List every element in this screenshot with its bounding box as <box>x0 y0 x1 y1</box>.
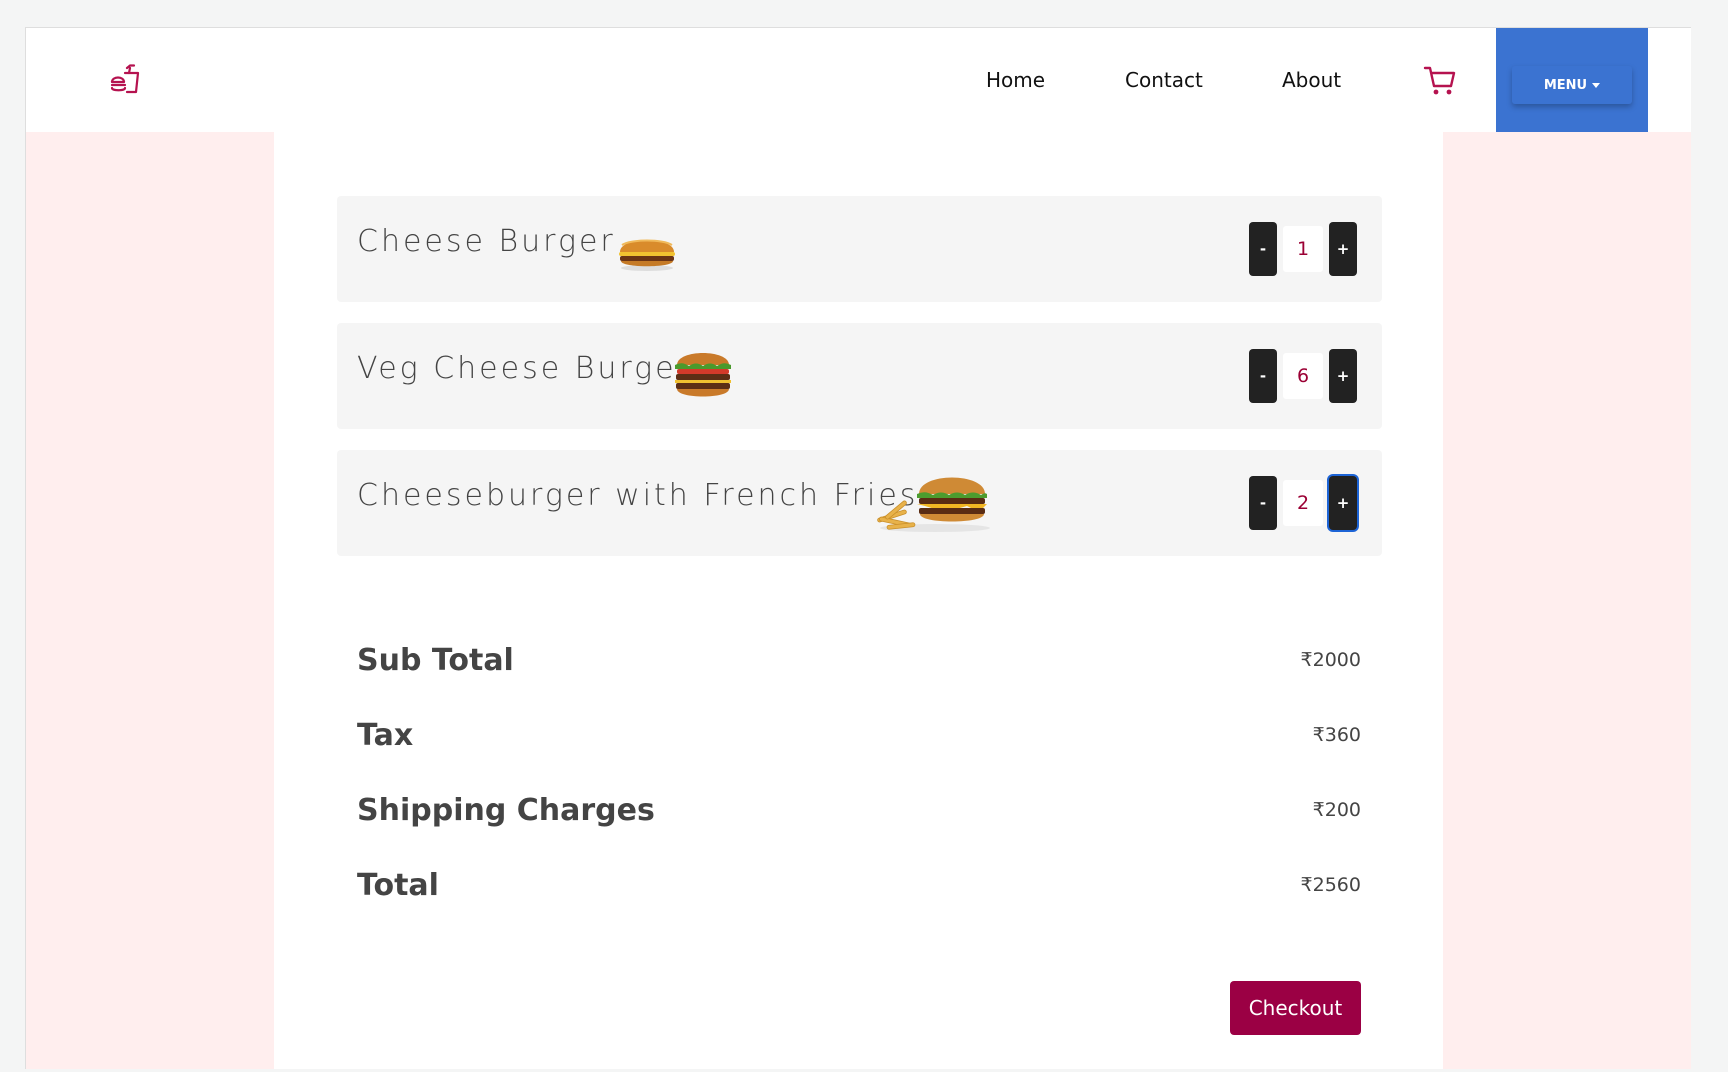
shipping-label: Shipping Charges <box>357 793 655 828</box>
item-name: Cheeseburger with French Fries <box>357 478 919 513</box>
item-name: Cheese Burger <box>357 224 616 259</box>
menu-label: MENU <box>1543 77 1588 93</box>
shopping-cart-icon[interactable] <box>1423 64 1457 98</box>
quantity-value[interactable]: 2 <box>1283 480 1323 526</box>
decrease-quantity-button[interactable]: - <box>1249 222 1277 276</box>
quantity-value[interactable]: 6 <box>1283 353 1323 399</box>
shipping-value: ₹200 <box>1312 799 1361 821</box>
nav-link-home[interactable]: Home <box>986 68 1045 92</box>
increase-quantity-button[interactable]: + <box>1329 222 1357 276</box>
page-frame: Home Contact About MENU Cheese Burger - … <box>25 27 1691 1069</box>
fast-food-icon[interactable] <box>109 64 141 96</box>
veg-cheese-burger-image <box>675 353 731 397</box>
increase-quantity-button[interactable]: + <box>1329 476 1357 530</box>
menu-panel: MENU <box>1496 28 1648 132</box>
cart-item: Cheese Burger - 1 + <box>337 196 1382 302</box>
cheeseburger-fries-image <box>877 477 990 532</box>
tax-label: Tax <box>357 718 414 753</box>
caret-down-icon <box>1592 82 1601 88</box>
cart-item: Cheeseburger with French Fries - 2 + <box>337 450 1382 556</box>
subtotal-label: Sub Total <box>357 643 514 678</box>
checkout-button[interactable]: Checkout <box>1230 981 1361 1035</box>
quantity-value[interactable]: 1 <box>1283 226 1323 272</box>
total-label: Total <box>357 868 439 903</box>
cheese-burger-image <box>619 239 675 271</box>
left-background-panel <box>26 132 274 1069</box>
nav-link-about[interactable]: About <box>1282 68 1341 92</box>
navbar: Home Contact About MENU <box>26 28 1691 132</box>
nav-link-contact[interactable]: Contact <box>1125 68 1203 92</box>
subtotal-value: ₹2000 <box>1300 649 1361 671</box>
item-name: Veg Cheese Burger <box>357 351 692 386</box>
right-background-panel <box>1443 132 1691 1069</box>
total-value: ₹2560 <box>1300 874 1361 896</box>
menu-dropdown-button[interactable]: MENU <box>1512 66 1632 104</box>
increase-quantity-button[interactable]: + <box>1329 349 1357 403</box>
cart-item: Veg Cheese Burger - 6 + <box>337 323 1382 429</box>
tax-value: ₹360 <box>1312 724 1361 746</box>
decrease-quantity-button[interactable]: - <box>1249 476 1277 530</box>
decrease-quantity-button[interactable]: - <box>1249 349 1277 403</box>
